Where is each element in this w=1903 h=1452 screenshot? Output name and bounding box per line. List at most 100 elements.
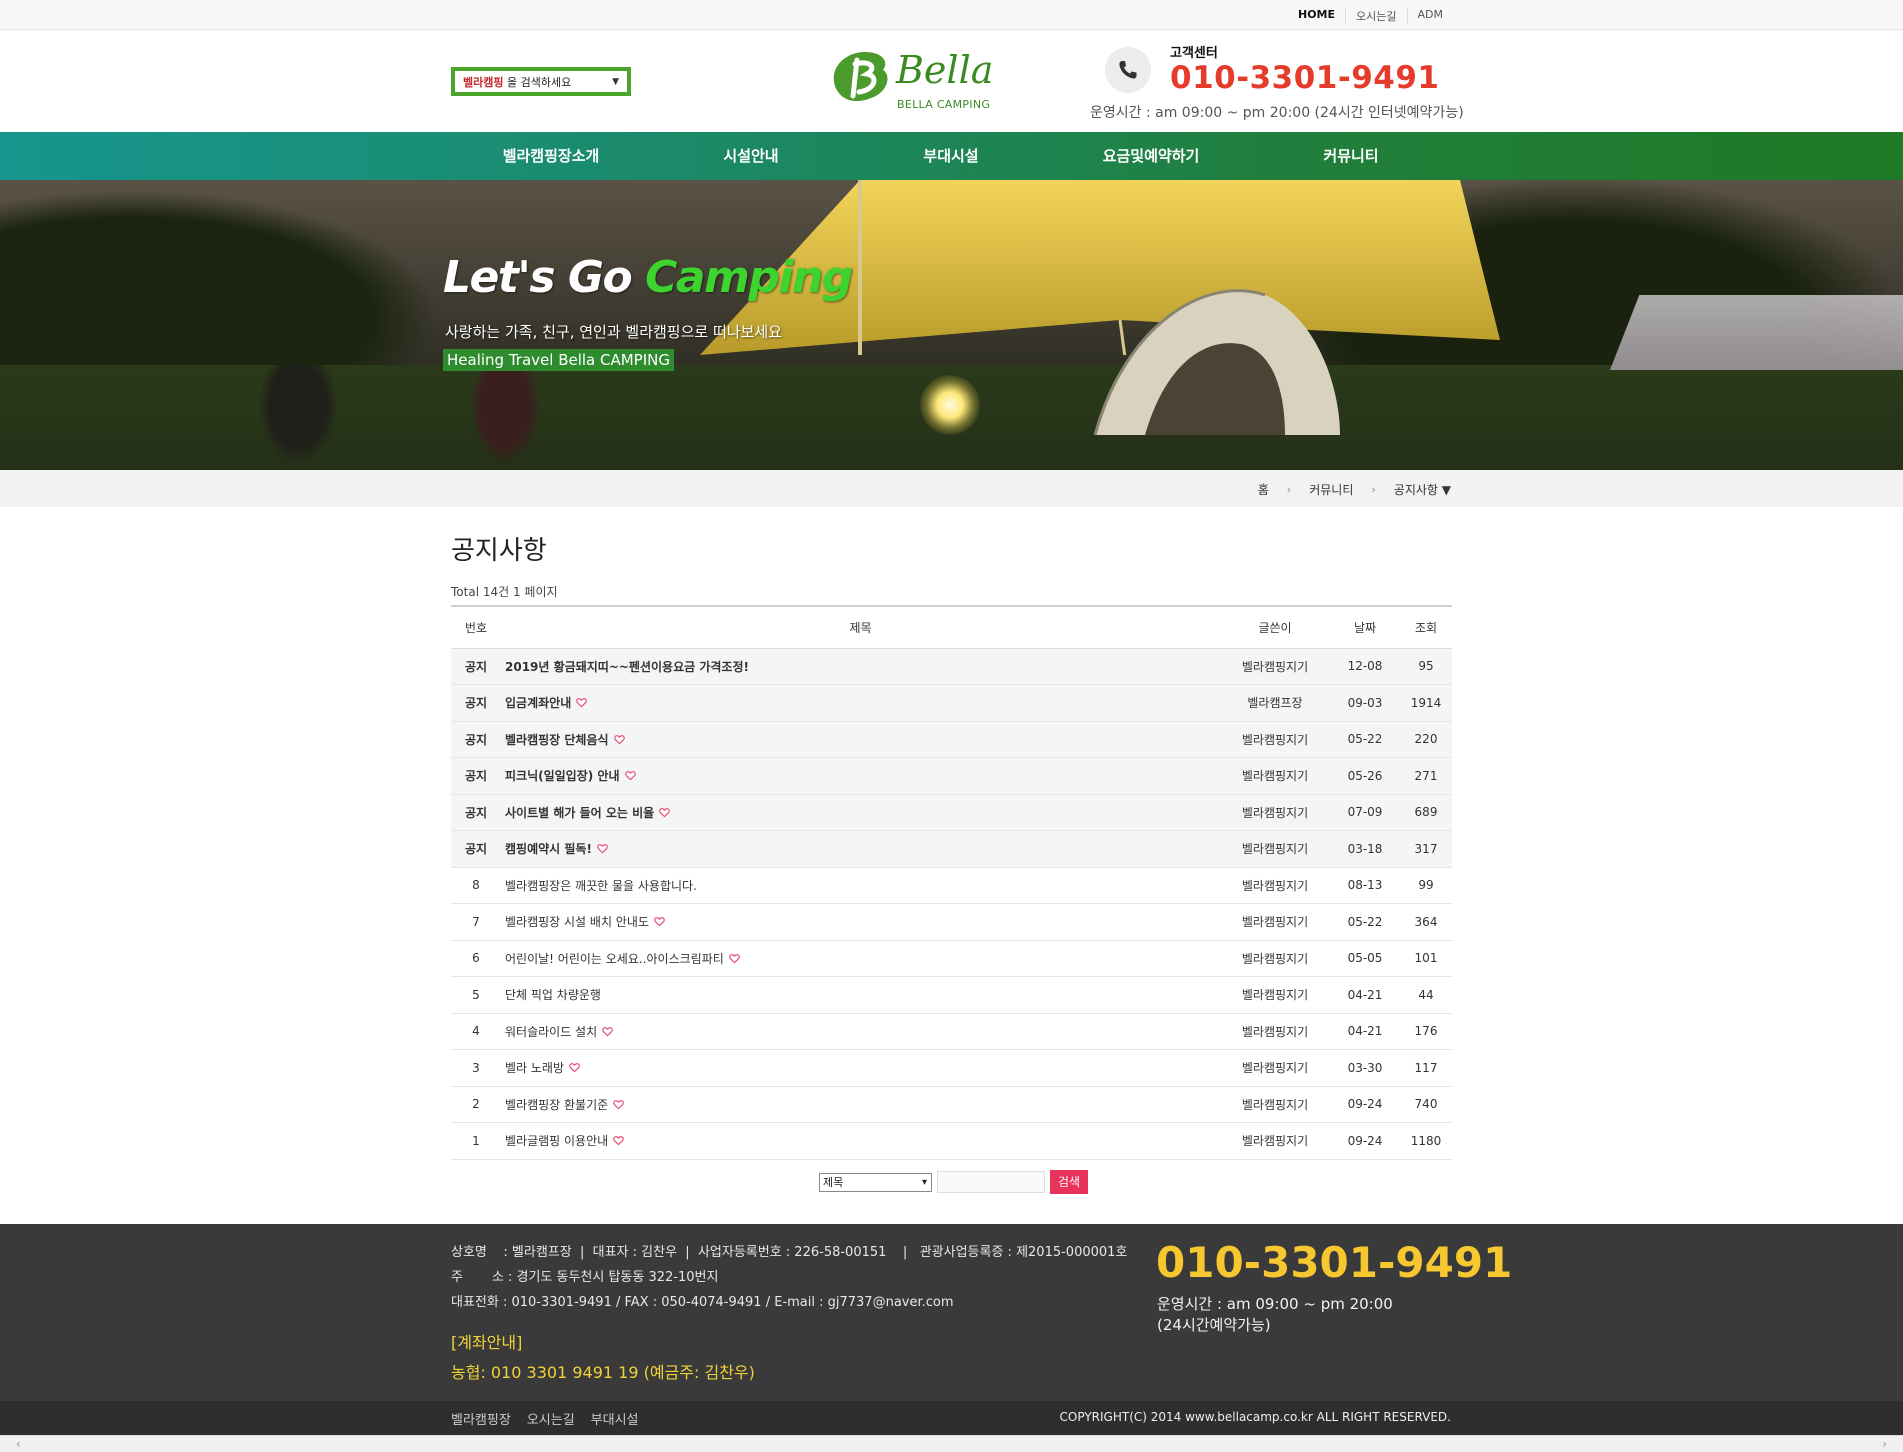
scroll-left-icon[interactable]: ‹ bbox=[16, 1437, 21, 1451]
logo-subtitle: BELLA CAMPING bbox=[897, 98, 991, 111]
row-writer: 벨라캠핑지기 bbox=[1220, 1013, 1330, 1050]
row-title-cell: 2019년 황금돼지띠~~펜션이용요금 가격조정! bbox=[501, 648, 1220, 685]
nav-item-amenities[interactable]: 부대시설 bbox=[851, 132, 1051, 180]
top-utility-bar: HOME 오시는길 ADM bbox=[0, 0, 1903, 30]
table-row[interactable]: 공지 사이트별 해가 들어 오는 비율 벨라캠핑지기 07-09 689 bbox=[451, 794, 1452, 831]
table-row[interactable]: 8 벨라캠핑장은 깨끗한 물을 사용합니다. 벨라캠핑지기 08-13 99 bbox=[451, 867, 1452, 904]
table-row[interactable]: 6 어린이날! 어린이는 오세요..아이스크림파티 벨라캠핑지기 05-05 101 bbox=[451, 940, 1452, 977]
row-title-link[interactable]: 입금계좌안내 bbox=[505, 696, 571, 710]
row-title-link[interactable]: 사이트별 해가 들어 오는 비율 bbox=[505, 806, 654, 820]
heart-icon bbox=[602, 1026, 613, 1037]
nav-item-community[interactable]: 커뮤니티 bbox=[1251, 132, 1451, 180]
table-row[interactable]: 1 벨라글램핑 이용안내 벨라캠핑지기 09-24 1180 bbox=[451, 1122, 1452, 1160]
row-title-link[interactable]: 2019년 황금돼지띠~~펜션이용요금 가격조정! bbox=[505, 660, 749, 674]
search-field-select[interactable]: 제목 ▾ bbox=[819, 1172, 932, 1192]
table-row[interactable]: 공지 2019년 황금돼지띠~~펜션이용요금 가격조정! 벨라캠핑지기 12-08 95 bbox=[451, 648, 1452, 685]
nav-item-about[interactable]: 벨라캠핑장소개 bbox=[451, 132, 651, 180]
table-row[interactable]: 공지 캠핑예약시 필독! 벨라캠핑지기 03-18 317 bbox=[451, 830, 1452, 868]
search-input[interactable] bbox=[937, 1171, 1045, 1193]
scroll-right-icon[interactable]: › bbox=[1882, 1437, 1887, 1451]
table-row[interactable]: 공지 피크닉(일일입장) 안내 벨라캠핑지기 05-26 271 bbox=[451, 757, 1452, 795]
col-header-title: 제목 bbox=[501, 606, 1220, 649]
horizontal-scrollbar[interactable]: ‹ › bbox=[0, 1435, 1903, 1452]
table-row[interactable]: 2 벨라캠핑장 환불기준 벨라캠핑지기 09-24 740 bbox=[451, 1086, 1452, 1123]
row-hits: 176 bbox=[1400, 1013, 1452, 1050]
table-row[interactable]: 공지 벨라캠핑장 단체음식 벨라캠핑지기 05-22 220 bbox=[451, 721, 1452, 758]
row-title-link[interactable]: 워터슬라이드 설치 bbox=[505, 1025, 597, 1039]
row-title-link[interactable]: 벨라캠핑장 단체음식 bbox=[505, 733, 609, 747]
row-hits: 220 bbox=[1400, 721, 1452, 758]
row-date: 03-18 bbox=[1330, 830, 1400, 868]
row-title-link[interactable]: 단체 픽업 차량운행 bbox=[505, 988, 601, 1002]
table-row[interactable]: 7 벨라캠핑장 시설 배치 안내도 벨라캠핑지기 05-22 364 bbox=[451, 903, 1452, 941]
row-writer: 벨라캠핑지기 bbox=[1220, 794, 1330, 831]
row-hits: 1180 bbox=[1400, 1122, 1452, 1160]
row-date: 09-03 bbox=[1330, 684, 1400, 722]
utility-links: HOME 오시는길 ADM bbox=[1288, 8, 1453, 24]
row-writer: 벨라캠핑지기 bbox=[1220, 830, 1330, 868]
footer-phone: 010-3301-9491 bbox=[1156, 1238, 1513, 1287]
row-writer: 벨라캠핑지기 bbox=[1220, 867, 1330, 904]
directions-link[interactable]: 오시는길 bbox=[1345, 8, 1406, 24]
table-row[interactable]: 5 단체 픽업 차량운행 벨라캠핑지기 04-21 44 bbox=[451, 976, 1452, 1014]
row-title-cell: 벨라글램핑 이용안내 bbox=[501, 1122, 1220, 1160]
row-num: 공지 bbox=[451, 794, 501, 831]
breadcrumb-home[interactable]: 홈 bbox=[1258, 481, 1269, 498]
company-info: 상호명 : 벨라캠프장 | 대표자 : 김찬우 | 사업자등록번호 : 226-… bbox=[451, 1240, 1127, 1315]
row-writer: 벨라캠핑지기 bbox=[1220, 1086, 1330, 1123]
row-title-cell: 벨라캠핑장은 깨끗한 물을 사용합니다. bbox=[501, 867, 1220, 904]
bank-account-label: [계좌안내] bbox=[451, 1333, 523, 1352]
footer-link-directions[interactable]: 오시는길 bbox=[527, 1409, 575, 1428]
row-title-link[interactable]: 벨라캠핑장은 깨끗한 물을 사용합니다. bbox=[505, 879, 697, 893]
home-link[interactable]: HOME bbox=[1288, 8, 1345, 24]
phone-handset-icon bbox=[1119, 61, 1137, 79]
row-title-link[interactable]: 벨라 노래방 bbox=[505, 1061, 564, 1075]
breadcrumb-notice[interactable]: 공지사항 ▼ bbox=[1394, 481, 1451, 498]
breadcrumb-community[interactable]: 커뮤니티 bbox=[1309, 481, 1353, 498]
row-title-link[interactable]: 벨라캠핑장 환불기준 bbox=[505, 1098, 608, 1112]
search-button[interactable]: 검색 bbox=[1050, 1170, 1088, 1194]
nav-item-reservation[interactable]: 요금및예약하기 bbox=[1051, 132, 1251, 180]
row-writer: 벨라캠핑지기 bbox=[1220, 721, 1330, 758]
row-hits: 317 bbox=[1400, 830, 1452, 868]
banner-person-left bbox=[258, 365, 338, 465]
row-hits: 271 bbox=[1400, 757, 1452, 795]
row-title-cell: 어린이날! 어린이는 오세요..아이스크림파티 bbox=[501, 940, 1220, 977]
row-date: 05-26 bbox=[1330, 757, 1400, 795]
banner-tagline: 사랑하는 가족, 친구, 연인과 벨라캠핑으로 떠나보세요 bbox=[445, 323, 782, 341]
row-title-link[interactable]: 캠핑예약시 필독! bbox=[505, 842, 592, 856]
table-row[interactable]: 4 워터슬라이드 설치 벨라캠핑지기 04-21 176 bbox=[451, 1013, 1452, 1050]
bank-account-value: 농협: 010 3301 9491 19 (예금주: 김찬우) bbox=[451, 1363, 755, 1382]
row-num: 공지 bbox=[451, 648, 501, 685]
footer-link-amenities[interactable]: 부대시설 bbox=[591, 1409, 639, 1428]
page-title: 공지사항 bbox=[451, 536, 547, 566]
row-date: 05-22 bbox=[1330, 903, 1400, 941]
row-writer: 벨라캠핑지기 bbox=[1220, 903, 1330, 941]
admin-link[interactable]: ADM bbox=[1406, 8, 1454, 24]
row-date: 07-09 bbox=[1330, 794, 1400, 831]
search-suffix-text: 을 검색하세요 bbox=[503, 75, 572, 89]
logo-wordmark: Bella bbox=[896, 48, 994, 92]
row-title-link[interactable]: 벨라캠핑장 시설 배치 안내도 bbox=[505, 915, 649, 929]
footer-link-campsite[interactable]: 벨라캠핑장 bbox=[451, 1409, 511, 1428]
campsite-search-select[interactable]: 벨라캠핑 을 검색하세요 ▼ bbox=[451, 67, 631, 96]
row-title-cell: 벨라캠핑장 환불기준 bbox=[501, 1086, 1220, 1123]
row-title-link[interactable]: 벨라글램핑 이용안내 bbox=[505, 1134, 608, 1148]
company-info-line2: 주 소 : 경기도 동두천시 탑동동 322-10번지 bbox=[451, 1270, 719, 1285]
table-header-row: 번호 제목 글쓴이 날짜 조회 bbox=[451, 606, 1452, 649]
company-info-line1: 상호명 : 벨라캠프장 | 대표자 : 김찬우 | 사업자등록번호 : 226-… bbox=[451, 1245, 1128, 1260]
row-date: 08-13 bbox=[1330, 867, 1400, 904]
table-row[interactable]: 3 벨라 노래방 벨라캠핑지기 03-30 117 bbox=[451, 1049, 1452, 1087]
banner-headline: Let's Go Camping bbox=[443, 252, 853, 303]
nav-item-facilities[interactable]: 시설안내 bbox=[651, 132, 851, 180]
row-title-cell: 벨라캠핑장 시설 배치 안내도 bbox=[501, 903, 1220, 941]
breadcrumb: 홈 › 커뮤니티 › 공지사항 ▼ bbox=[1258, 481, 1451, 498]
site-logo[interactable]: Bella BELLA CAMPING bbox=[822, 42, 1002, 118]
row-title-link[interactable]: 피크닉(일일입장) 안내 bbox=[505, 769, 620, 783]
main-content: 공지사항 Total 14건 1 페이지 번호 제목 글쓴이 날짜 조회 공지 2… bbox=[451, 507, 1452, 1160]
row-title-link[interactable]: 어린이날! 어린이는 오세요..아이스크림파티 bbox=[505, 952, 724, 966]
row-hits: 1914 bbox=[1400, 684, 1452, 722]
row-writer: 벨라캠핑지기 bbox=[1220, 976, 1330, 1014]
table-row[interactable]: 공지 입금계좌안내 벨라캠프장 09-03 1914 bbox=[451, 684, 1452, 722]
row-date: 05-05 bbox=[1330, 940, 1400, 977]
